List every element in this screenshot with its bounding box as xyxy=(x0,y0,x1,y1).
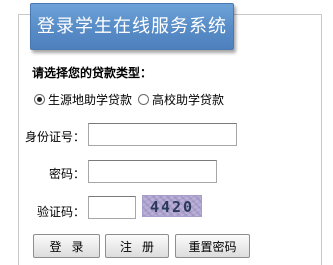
loan-type-radio-group: 生源地助学贷款 高校助学贷款 xyxy=(34,91,224,108)
captcha-input[interactable] xyxy=(88,196,136,219)
captcha-image[interactable]: 4420 xyxy=(142,195,202,217)
login-button[interactable]: 登录 xyxy=(33,234,100,258)
loan-option-hometown-label: 生源地助学贷款 xyxy=(48,93,133,107)
loan-option-campus[interactable]: 高校助学贷款 xyxy=(138,91,224,108)
login-title-banner: 登录学生在线服务系统 xyxy=(30,3,234,50)
id-number-label: 身份证号： xyxy=(24,130,85,144)
captcha-label: 验证码： xyxy=(36,205,85,219)
reset-password-button[interactable]: 重置密码 xyxy=(175,234,250,258)
radio-hometown-loan[interactable] xyxy=(34,94,45,105)
password-label: 密码： xyxy=(48,167,85,181)
loan-option-campus-label: 高校助学贷款 xyxy=(152,93,225,107)
loan-type-label: 请选择您的贷款类型： xyxy=(32,66,153,80)
password-input[interactable] xyxy=(88,160,217,183)
radio-campus-loan[interactable] xyxy=(138,94,150,105)
loan-option-hometown[interactable]: 生源地助学贷款 xyxy=(34,91,132,108)
id-number-input[interactable] xyxy=(88,123,237,146)
register-button[interactable]: 注册 xyxy=(105,234,169,258)
